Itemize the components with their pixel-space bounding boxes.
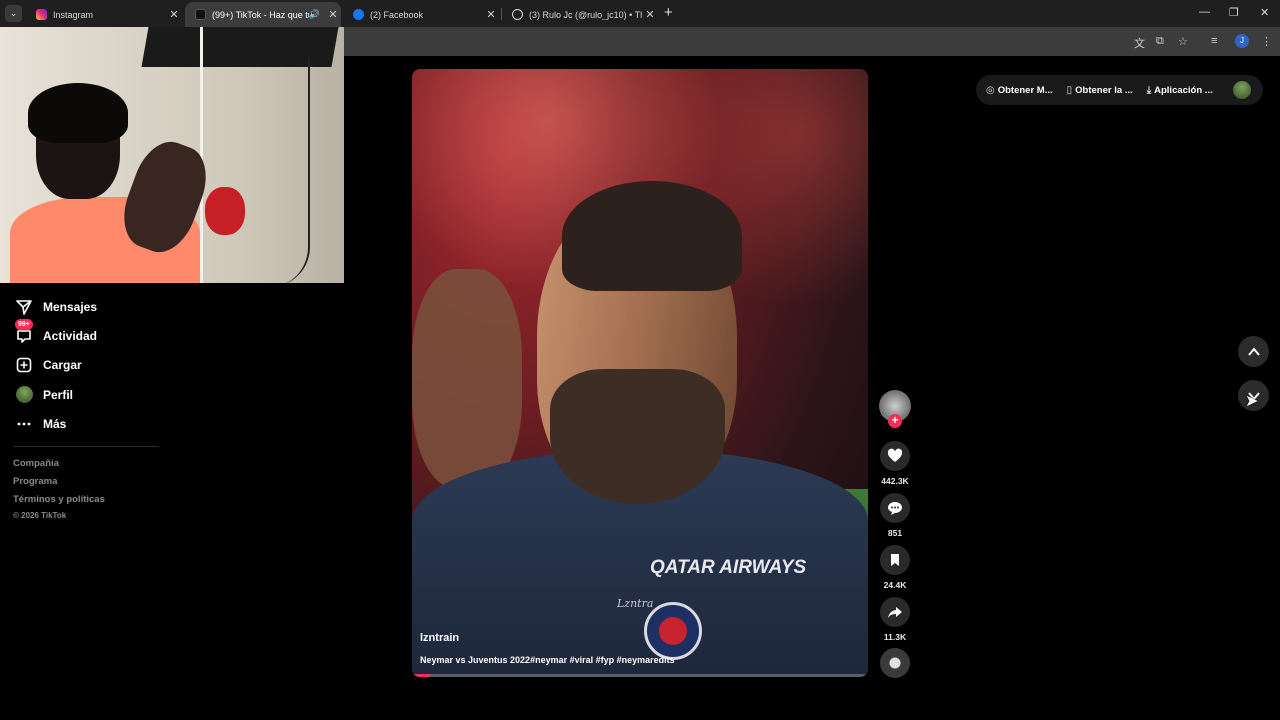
tiktok-favicon-icon <box>195 9 206 20</box>
sidebar-item-label: Más <box>43 416 67 431</box>
minimize-icon[interactable]: — <box>1199 6 1210 18</box>
notification-badge: 99+ <box>15 318 33 330</box>
get-coins-button[interactable]: ◎ Obtener M... <box>986 85 1053 96</box>
tab-title: (3) Rulo Jc (@rulo_jc10) • Threads <box>529 9 642 20</box>
video-progress-fill <box>412 674 431 677</box>
new-tab-button[interactable]: + <box>664 4 673 21</box>
speaker-icon[interactable]: 🔊 <box>309 9 320 20</box>
top-right-actions: ◎ Obtener M... ▯ Obtener la ... ⤓ Aplica… <box>976 75 1263 105</box>
sidebar-item-label: Mensajes <box>43 299 98 314</box>
threads-favicon-icon <box>512 9 523 20</box>
share-button[interactable] <box>880 597 910 627</box>
get-app-button[interactable]: ▯ Obtener la ... <box>1067 85 1133 96</box>
browser-tab-strip: ⌄ Instagram ✕ (99+) TikTok - Haz que tu … <box>0 0 1280 27</box>
footer-link-terminos[interactable]: Términos y políticas <box>13 493 105 511</box>
video-player-hair <box>562 181 742 291</box>
inbox-icon: 99+ <box>13 318 35 347</box>
psg-crest-icon <box>644 602 702 660</box>
bookmark-star-icon[interactable]: ☆ <box>1178 35 1188 48</box>
footer-link-compania[interactable]: Compañía <box>13 457 105 475</box>
video-progress-bar[interactable] <box>412 674 868 677</box>
user-avatar[interactable] <box>1233 81 1251 99</box>
sidebar-item-label: Cargar <box>43 358 82 373</box>
tab-close-icon[interactable]: ✕ <box>325 8 341 21</box>
instagram-favicon-icon <box>36 9 47 20</box>
previous-video-button[interactable] <box>1238 336 1269 367</box>
save-count: 24.4K <box>883 580 907 590</box>
more-icon <box>13 413 35 435</box>
profile-avatar-icon <box>13 384 35 406</box>
get-coins-label: Obtener M... <box>997 84 1053 96</box>
tab-threads[interactable]: (3) Rulo Jc (@rulo_jc10) • Threads ✕ <box>502 2 658 27</box>
webcam-overlay <box>0 27 344 283</box>
upload-plus-icon <box>13 354 35 376</box>
sidebar-divider <box>13 446 159 447</box>
tab-tiktok[interactable]: (99+) TikTok - Haz que tu día sea especi… <box>185 2 341 27</box>
follow-plus-button[interactable]: + <box>888 414 902 428</box>
tab-close-icon[interactable]: ✕ <box>166 8 182 21</box>
chevron-up-icon <box>1247 346 1260 356</box>
browser-profile-avatar[interactable]: J <box>1235 34 1249 48</box>
video-player-beard <box>550 369 725 504</box>
sidebar-item-cargar[interactable]: Cargar <box>13 351 173 380</box>
comment-count: 851 <box>887 528 903 538</box>
tiktok-sidebar-nav: Mensajes 99+ Actividad Cargar Perfil Más <box>13 292 173 438</box>
get-app-label: Obtener la ... <box>1075 84 1133 96</box>
tab-close-icon[interactable]: ✕ <box>642 8 658 21</box>
footer-link-programa[interactable]: Programa <box>13 475 105 493</box>
video-author[interactable]: lzntrain <box>420 632 459 644</box>
tab-title: (2) Facebook <box>370 9 424 20</box>
desktop-app-label: Aplicación ... <box>1154 84 1213 96</box>
sidebar-item-mas[interactable]: Más <box>13 409 173 438</box>
like-button[interactable] <box>880 441 910 471</box>
window-close-icon[interactable]: ✕ <box>1260 6 1269 19</box>
tab-search-icon[interactable]: ⌄ <box>5 5 22 22</box>
like-count: 442.3K <box>881 476 909 486</box>
share-count: 11.3K <box>883 632 907 642</box>
video-sponsor-text: QATAR AIRWAYS <box>650 557 807 578</box>
send-icon <box>13 296 35 318</box>
tab-close-icon[interactable]: ✕ <box>483 8 499 21</box>
comment-button[interactable] <box>880 493 910 523</box>
copyright-text: © 2026 TikTok <box>13 511 67 520</box>
video-clapping-hands <box>412 269 522 489</box>
restore-icon[interactable]: ❐ <box>1229 6 1239 19</box>
translate-icon[interactable]: ⽂ <box>1134 35 1145 51</box>
video-watermark: Lzntra <box>617 597 654 610</box>
phone-icon: ▯ <box>1066 84 1073 96</box>
heart-icon <box>887 448 903 462</box>
video-player[interactable]: QATAR AIRWAYS Lzntra lzntrain Neymar vs … <box>412 69 868 677</box>
install-app-icon[interactable]: ⧉ <box>1156 35 1164 48</box>
tab-title: Instagram <box>53 9 94 20</box>
download-icon: ⤓ <box>1146 84 1152 96</box>
share-arrow-icon <box>888 607 902 618</box>
browser-menu-icon[interactable]: ⋮ <box>1261 35 1272 48</box>
desktop-app-button[interactable]: ⤓ Aplicación ... <box>1147 85 1213 96</box>
coin-icon: ◎ <box>986 84 995 96</box>
sidebar-item-label: Perfil <box>43 387 74 402</box>
tab-facebook[interactable]: (2) Facebook ✕ <box>343 2 499 27</box>
sidebar-item-actividad[interactable]: 99+ Actividad <box>13 318 173 350</box>
sidebar-item-perfil[interactable]: Perfil <box>13 380 173 409</box>
bookmark-icon <box>891 554 899 566</box>
webcam-cable <box>270 57 310 283</box>
video-caption: Neymar vs Juventus 2022#neymar #viral #f… <box>420 655 675 665</box>
media-controls-icon[interactable]: ≡ <box>1211 35 1217 47</box>
tab-instagram[interactable]: Instagram ✕ <box>26 2 182 27</box>
sidebar-footer-links: Compañía Programa Términos y políticas ©… <box>13 457 105 520</box>
sidebar-item-mensajes[interactable]: Mensajes <box>13 292 173 321</box>
comment-icon <box>888 502 902 515</box>
webcam-person-hair <box>28 83 128 143</box>
save-button[interactable] <box>880 545 910 575</box>
sidebar-item-label: Actividad <box>43 328 98 343</box>
mouse-cursor-icon: ➤ <box>1245 393 1259 410</box>
facebook-favicon-icon <box>353 9 364 20</box>
tab-title: (99+) TikTok - Haz que tu día sea especi… <box>212 9 309 20</box>
webcam-background-mask <box>205 187 245 235</box>
music-disc-icon[interactable] <box>880 648 910 678</box>
